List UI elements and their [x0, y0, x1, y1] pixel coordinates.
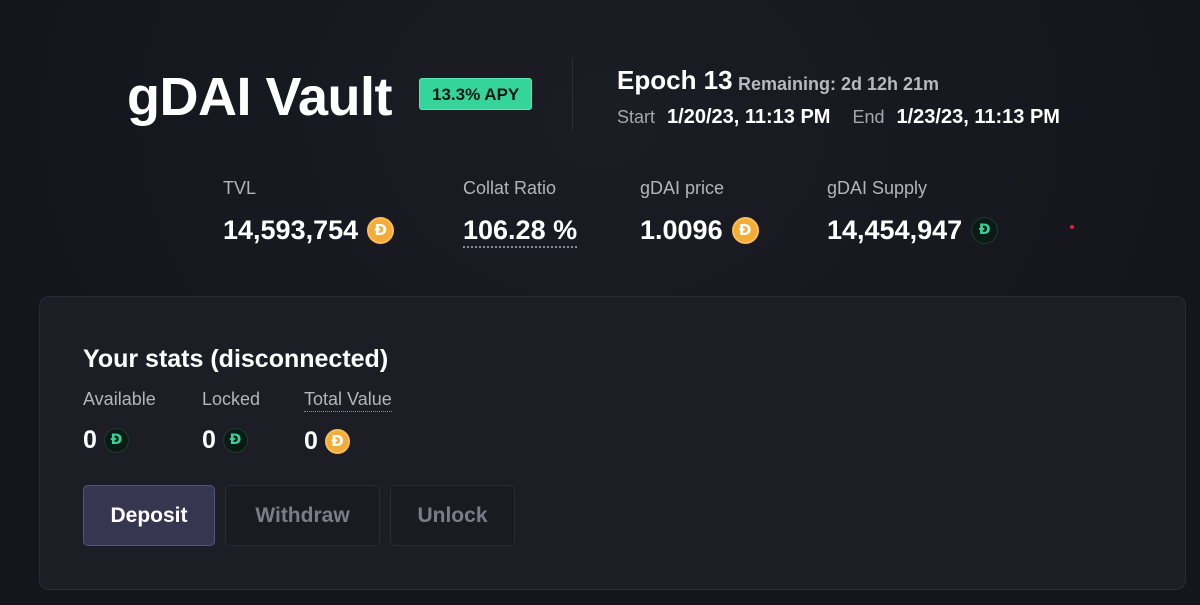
epoch-start-label: Start: [617, 107, 656, 127]
withdraw-button[interactable]: Withdraw: [225, 485, 380, 546]
your-stats-panel: Your stats (disconnected) Available 0 Đ …: [39, 296, 1186, 590]
your-stat-locked-label: Locked: [202, 389, 261, 409]
stat-collat-ratio-value[interactable]: 106.28 %: [463, 214, 578, 248]
vault-page: gDAI Vault 13.3% APY Epoch 13 Remaining:…: [0, 0, 1200, 605]
stat-gdai-supply-value: 14,454,947: [827, 215, 963, 245]
your-stats-title: Your stats (disconnected): [83, 345, 389, 373]
stat-gdai-price: gDAI price 1.0096 Đ: [640, 176, 759, 246]
gdai-coin-icon: Đ: [971, 216, 999, 244]
stat-gdai-supply-label: gDAI Supply: [827, 178, 928, 198]
stat-gdai-price-label: gDAI price: [640, 178, 725, 198]
epoch-start-value: 1/20/23, 11:13 PM: [667, 106, 831, 128]
epoch-end-value: 1/23/23, 11:13 PM: [896, 106, 1060, 128]
status-dot: [1070, 225, 1074, 229]
header-divider: [572, 58, 573, 130]
gdai-coin-icon: Đ: [222, 427, 248, 453]
deposit-button[interactable]: Deposit: [83, 485, 215, 546]
epoch-dates: Start 1/20/23, 11:13 PM End 1/23/23, 11:…: [617, 106, 1082, 129]
epoch-end-label: End: [852, 107, 885, 127]
stat-gdai-supply: gDAI Supply 14,454,947 Đ: [827, 176, 999, 246]
your-stat-available-value: 0: [83, 426, 97, 454]
apy-badge: 13.3% APY: [419, 78, 533, 110]
your-stat-total-value: Total Value 0 Đ: [304, 387, 392, 456]
epoch-remaining: Remaining: 2d 12h 21m: [738, 74, 940, 94]
stat-tvl-label: TVL: [223, 178, 257, 198]
your-stat-available: Available 0 Đ: [83, 387, 156, 455]
your-stat-available-label: Available: [83, 389, 156, 409]
page-title: gDAI Vault: [127, 67, 393, 127]
unlock-button[interactable]: Unlock: [390, 485, 515, 546]
epoch-title: Epoch 13: [617, 65, 733, 95]
dai-coin-icon: Đ: [731, 216, 759, 244]
dai-coin-icon: Đ: [324, 428, 350, 454]
your-stat-total-value-value: 0: [304, 427, 318, 455]
stat-gdai-price-value: 1.0096: [640, 215, 723, 245]
dai-coin-icon: Đ: [367, 216, 395, 244]
stat-tvl: TVL 14,593,754 Đ: [223, 176, 395, 246]
stat-collat-ratio: Collat Ratio 106.28 %: [463, 176, 578, 248]
your-stat-locked-value: 0: [202, 426, 216, 454]
your-stat-total-value-label[interactable]: Total Value: [304, 387, 392, 412]
stat-tvl-value: 14,593,754: [223, 215, 359, 245]
stat-collat-ratio-label: Collat Ratio: [463, 178, 557, 198]
your-stat-locked: Locked 0 Đ: [202, 387, 260, 455]
gdai-coin-icon: Đ: [103, 427, 129, 453]
